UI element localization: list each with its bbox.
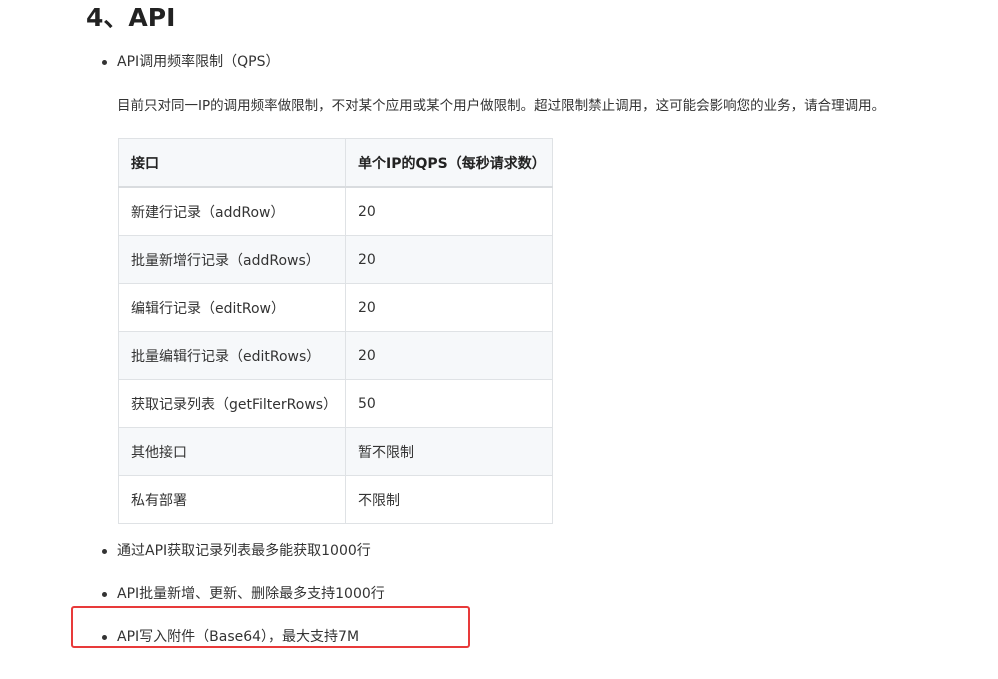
cell-interface: 其他接口	[118, 427, 346, 476]
section-title: 4、API	[86, 3, 176, 32]
bullet-text: API调用频率限制（QPS）	[117, 54, 280, 70]
table-row: 获取记录列表（getFilterRows） 50	[118, 379, 553, 428]
bullet-dot-icon	[102, 549, 107, 554]
table-row: 批量编辑行记录（editRows） 20	[118, 331, 553, 380]
cell-qps: 20	[345, 283, 553, 332]
qps-description: 目前只对同一IP的调用频率做限制，不对某个应用或某个用户做限制。超过限制禁止调用…	[117, 98, 886, 114]
header-interface: 接口	[118, 138, 346, 188]
bullet-text: 通过API获取记录列表最多能获取1000行	[117, 543, 371, 559]
cell-interface: 批量编辑行记录（editRows）	[118, 331, 346, 380]
highlight-annotation-box	[71, 606, 470, 648]
table-row: 其他接口 暂不限制	[118, 427, 553, 476]
table-row: 批量新增行记录（addRows） 20	[118, 235, 553, 284]
cell-qps: 20	[345, 186, 553, 236]
cell-qps: 暂不限制	[345, 427, 553, 476]
table-row: 编辑行记录（editRow） 20	[118, 283, 553, 332]
bullet-text: API批量新增、更新、删除最多支持1000行	[117, 586, 385, 602]
table-row: 新建行记录（addRow） 20	[118, 186, 553, 236]
cell-interface: 获取记录列表（getFilterRows）	[118, 379, 346, 428]
cell-qps: 20	[345, 235, 553, 284]
bullet-dot-icon	[102, 60, 107, 65]
cell-interface: 编辑行记录（editRow）	[118, 283, 346, 332]
cell-interface: 批量新增行记录（addRows）	[118, 235, 346, 284]
qps-table: 接口 单个IP的QPS（每秒请求数） 新建行记录（addRow） 20 批量新增…	[118, 138, 553, 524]
table-row: 私有部署 不限制	[118, 475, 553, 524]
cell-interface: 私有部署	[118, 475, 346, 524]
table-header-row: 接口 单个IP的QPS（每秒请求数）	[118, 138, 553, 188]
bullet-dot-icon	[102, 592, 107, 597]
cell-interface: 新建行记录（addRow）	[118, 186, 346, 236]
cell-qps: 不限制	[345, 475, 553, 524]
cell-qps: 20	[345, 331, 553, 380]
header-qps: 单个IP的QPS（每秒请求数）	[345, 138, 553, 188]
cell-qps: 50	[345, 379, 553, 428]
